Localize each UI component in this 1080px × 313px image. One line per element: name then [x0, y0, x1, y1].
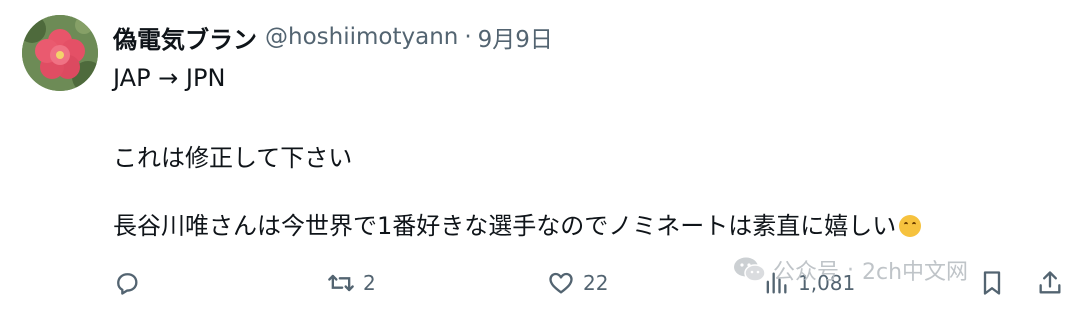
reply-icon: [117, 273, 138, 295]
retweet-icon: [328, 274, 354, 292]
watermark-separator: ·: [847, 257, 855, 283]
tweet-text: 長谷川唯さんは今世界で1番好きな選手なのでノミネートは素直に嬉しい: [113, 212, 897, 240]
watermark-text: 2ch中文网: [862, 260, 969, 285]
tweet-text-line: JAP → JPN: [113, 64, 226, 92]
heart-icon: [549, 272, 573, 294]
share-icon: [1039, 271, 1061, 294]
avatar[interactable]: [22, 15, 98, 91]
author-name[interactable]: 偽電気ブラン: [113, 20, 257, 55]
wechat-icon: [734, 257, 766, 282]
share-button[interactable]: [1036, 262, 1064, 304]
tweet-header: 偽電気ブラン @hoshiimotyann · 9月9日: [113, 20, 553, 54]
bookmark-icon: [983, 271, 1001, 295]
like-count: 22: [583, 271, 609, 295]
tweet-text-line-with-emoji: 長谷川唯さんは今世界で1番好きな選手なのでノミネートは素直に嬉しい: [113, 206, 922, 241]
bookmark-button[interactable]: [978, 262, 1006, 304]
tweet-text-line: これは修正して下さい: [113, 144, 353, 172]
author-handle[interactable]: @hoshiimotyann: [265, 24, 458, 50]
retweet-button[interactable]: 2: [327, 262, 376, 304]
like-button[interactable]: 22: [547, 262, 608, 304]
smiling-face-emoji-icon: [899, 215, 922, 237]
avatar-flower-image: [22, 15, 98, 91]
header-separator: ·: [464, 24, 472, 50]
reply-button[interactable]: [113, 262, 141, 304]
tweet-date[interactable]: 9月9日: [478, 20, 553, 54]
retweet-count: 2: [363, 271, 376, 295]
watermark-text: 公众号: [773, 260, 840, 285]
watermark: 公众号 · 2ch中文网: [733, 250, 968, 290]
